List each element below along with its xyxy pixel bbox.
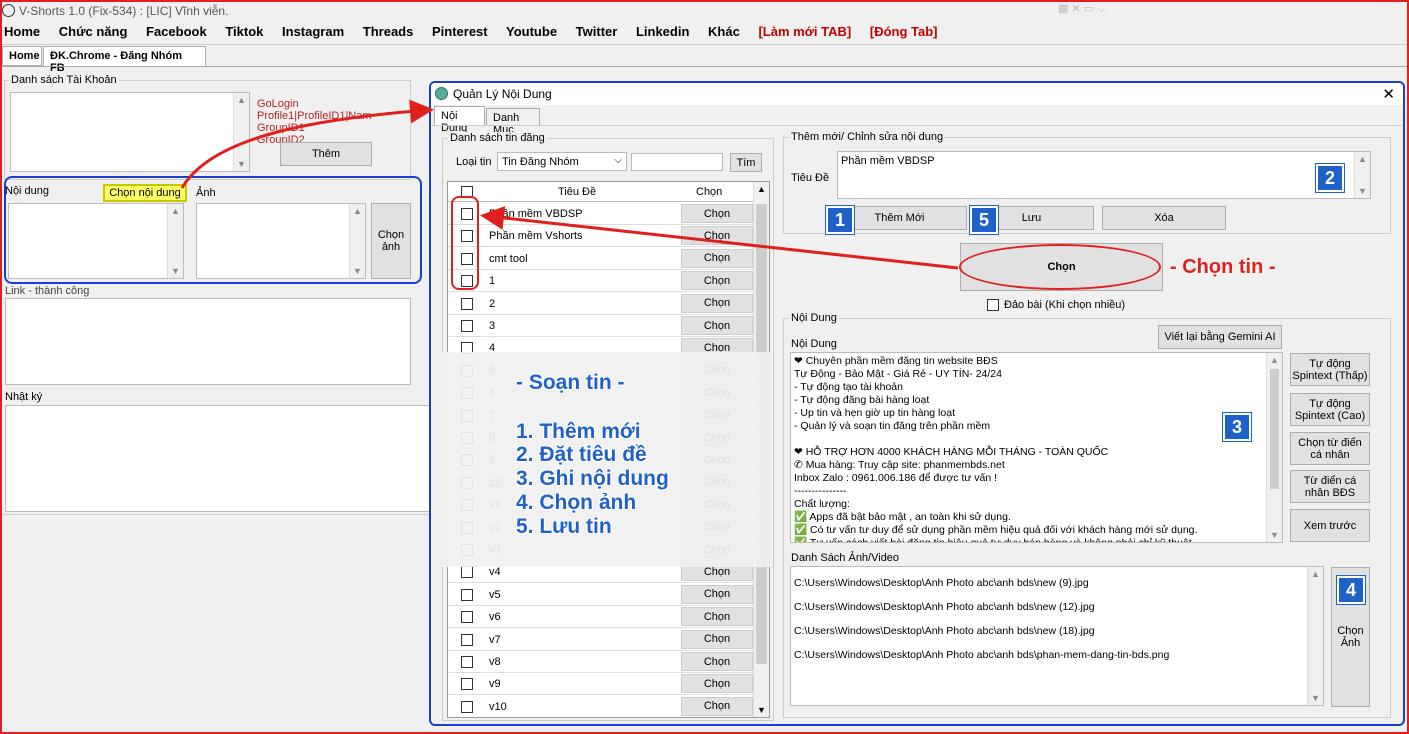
arrow-to-dialog [180,99,434,189]
annotation-arrows [180,99,959,270]
arrow-to-checkbox [480,206,959,270]
